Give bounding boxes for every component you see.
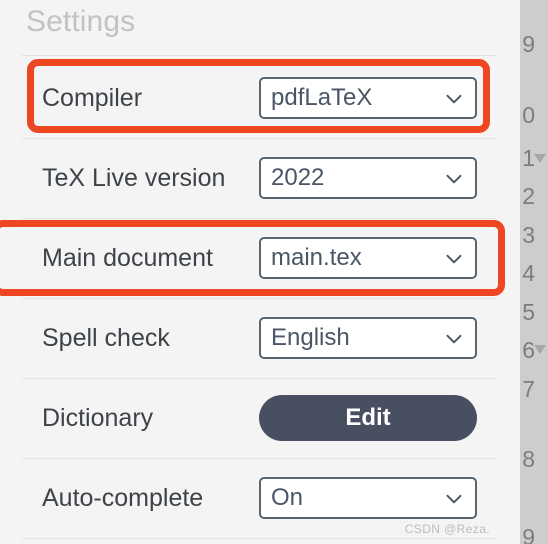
texlive-version-select[interactable]: 2022 (259, 157, 477, 199)
auto-complete-select-value: On (271, 484, 304, 511)
chevron-down-icon (441, 165, 467, 191)
main-document-select-value: main.tex (271, 244, 362, 271)
line-number: 9 (522, 31, 535, 57)
line-number: 9 (522, 524, 535, 544)
line-number: 6 (522, 337, 535, 363)
line-number: 2 (522, 183, 535, 209)
settings-row-compiler: Compiler pdfLaTeX (0, 58, 520, 138)
line-number: 1 (522, 145, 535, 171)
divider (22, 538, 496, 539)
watermark-text: CSDN @Reza. (404, 522, 490, 536)
code-fold-triangle-icon[interactable] (534, 345, 546, 354)
settings-row-dictionary: Dictionary Edit (0, 378, 520, 458)
line-number: 4 (522, 260, 535, 286)
settings-row-spell-check: Spell check English (0, 298, 520, 378)
spell-check-select[interactable]: English (259, 317, 477, 359)
chevron-down-icon (441, 85, 467, 111)
code-fold-triangle-icon[interactable] (534, 154, 546, 163)
divider (22, 55, 496, 56)
auto-complete-select[interactable]: On (259, 477, 477, 519)
main-document-select[interactable]: main.tex (259, 237, 477, 279)
line-number: 0 (522, 102, 535, 128)
settings-row-label: Auto-complete (42, 483, 204, 512)
chevron-down-icon (441, 485, 467, 511)
settings-row-label: Spell check (42, 323, 170, 352)
line-number: 3 (522, 222, 535, 248)
texlive-version-select-value: 2022 (271, 164, 325, 191)
line-number: 7 (522, 376, 535, 402)
settings-row-main-document: Main document main.tex (0, 218, 520, 298)
settings-row-label: Compiler (42, 83, 143, 112)
spell-check-select-value: English (271, 324, 350, 351)
settings-row-label: Main document (42, 243, 213, 272)
chevron-down-icon (441, 325, 467, 351)
compiler-select-value: pdfLaTeX (271, 84, 373, 111)
page-title: Settings (26, 5, 136, 38)
line-number: 5 (522, 299, 535, 325)
settings-panel: Settings Compiler pdfLaTeX TeX Live vers… (0, 0, 520, 544)
chevron-down-icon (441, 245, 467, 271)
dictionary-edit-button[interactable]: Edit (259, 395, 477, 441)
editor-line-number-gutter: 9 0 1 2 3 4 5 6 7 8 9 (520, 0, 548, 544)
settings-row-texlive-version: TeX Live version 2022 (0, 138, 520, 218)
settings-row-label: TeX Live version (42, 163, 226, 192)
settings-row-label: Dictionary (42, 403, 154, 432)
compiler-select[interactable]: pdfLaTeX (259, 77, 477, 119)
line-number: 8 (522, 446, 535, 472)
